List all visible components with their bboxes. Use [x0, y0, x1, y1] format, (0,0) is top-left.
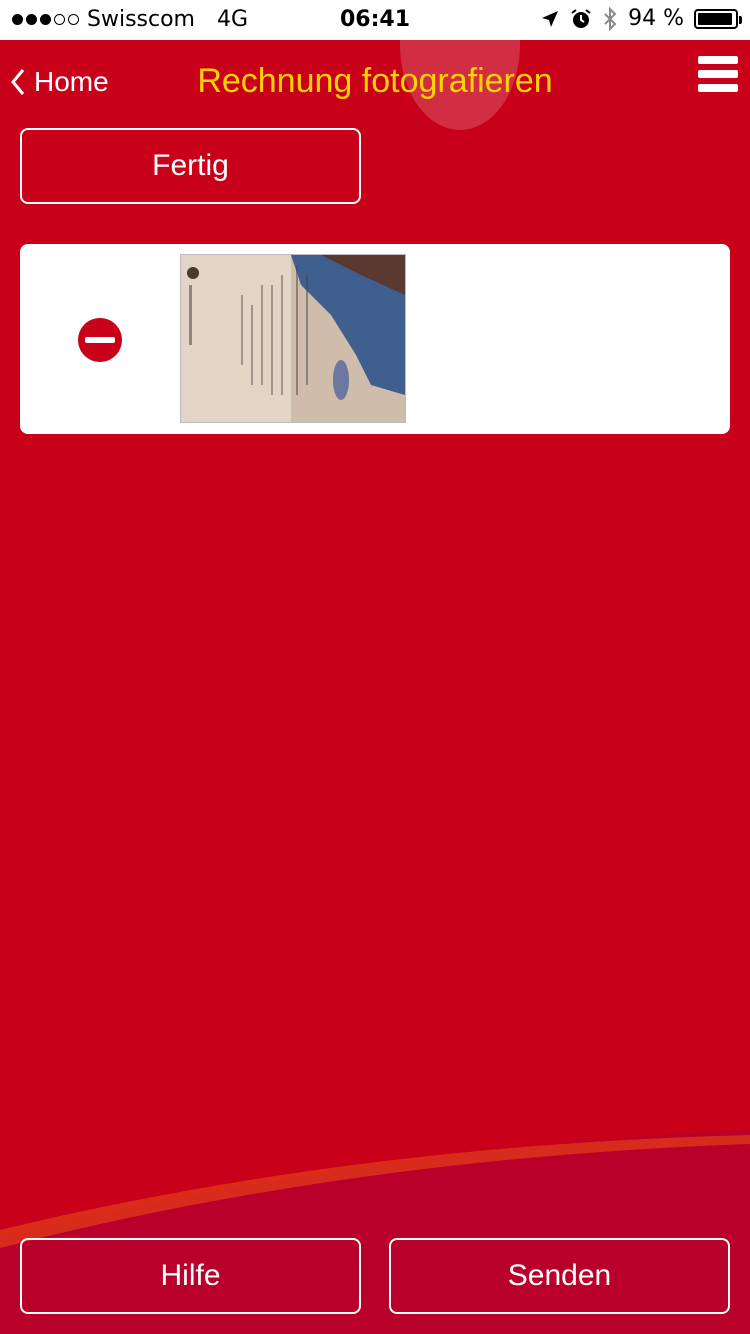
send-button[interactable]: Senden: [389, 1238, 730, 1314]
battery-percentage: 94 %: [628, 6, 684, 31]
remove-photo-icon[interactable]: [78, 318, 122, 362]
invoice-photo-thumbnail[interactable]: [180, 254, 406, 423]
page-title: Rechnung fotografieren: [197, 62, 553, 100]
bluetooth-icon: [604, 6, 617, 31]
alarm-icon: [571, 8, 591, 28]
location-arrow-icon: [542, 10, 559, 27]
done-button[interactable]: Fertig: [20, 128, 361, 204]
photo-list-item: [20, 244, 730, 434]
hamburger-menu-icon[interactable]: [698, 56, 738, 96]
status-bar: Swisscom 4G 06:41 94 %: [0, 0, 750, 40]
battery-icon: [694, 8, 742, 29]
status-bar-right: 94 %: [540, 6, 742, 31]
help-button[interactable]: Hilfe: [20, 1238, 361, 1314]
nav-header: Home Rechnung fotografieren: [0, 40, 750, 130]
